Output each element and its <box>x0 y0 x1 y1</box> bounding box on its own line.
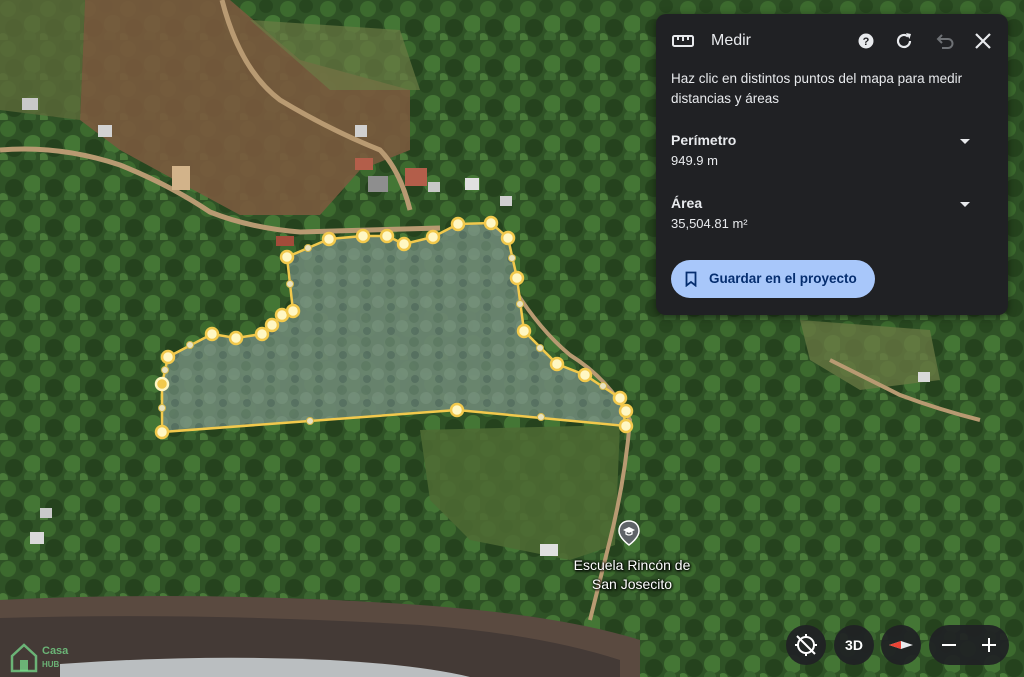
measure-vertex[interactable] <box>425 229 441 245</box>
chevron-down-icon[interactable] <box>959 138 971 146</box>
measure-midpoint[interactable] <box>516 300 524 308</box>
measure-vertex[interactable] <box>285 303 301 319</box>
measure-vertex[interactable] <box>450 216 466 232</box>
measure-vertex[interactable] <box>264 317 280 333</box>
watermark-text: Casa <box>42 645 69 657</box>
measure-vertex[interactable] <box>618 403 634 419</box>
measure-midpoint[interactable] <box>508 254 516 262</box>
ruler-icon <box>672 35 694 47</box>
measure-vertex[interactable] <box>321 231 337 247</box>
location-off-icon <box>795 634 817 656</box>
measure-vertex[interactable] <box>396 236 412 252</box>
plus-icon <box>982 638 996 652</box>
school-pin-icon[interactable] <box>618 520 640 546</box>
area-label: Área <box>671 195 703 211</box>
measure-midpoint[interactable] <box>304 244 312 252</box>
save-to-project-button[interactable]: Guardar en el proyecto <box>671 260 875 298</box>
measure-vertex[interactable] <box>509 270 525 286</box>
measure-panel-header: Medir ? <box>656 14 1008 70</box>
bookmark-icon <box>685 271 697 287</box>
location-button[interactable] <box>786 625 826 665</box>
compass-icon <box>889 641 913 649</box>
reset-icon[interactable] <box>893 30 915 52</box>
chevron-down-icon[interactable] <box>959 201 971 209</box>
place-label[interactable]: Escuela Rincón de San Josecito <box>562 556 702 594</box>
help-icon[interactable]: ? <box>855 30 877 52</box>
measure-vertex[interactable] <box>483 215 499 231</box>
measure-vertex[interactable] <box>379 228 395 244</box>
measure-midpoint[interactable] <box>306 417 314 425</box>
measure-instructions: Haz clic en distintos puntos del mapa pa… <box>671 71 963 106</box>
close-icon[interactable] <box>972 30 994 52</box>
measure-midpoint[interactable] <box>599 382 607 390</box>
undo-icon[interactable] <box>933 30 955 52</box>
perimeter-value: 949.9 m <box>671 153 718 168</box>
measure-vertex[interactable] <box>577 367 593 383</box>
zoom-controls <box>929 625 1009 665</box>
area-value: 35,504.81 m² <box>671 216 748 231</box>
3d-toggle-button[interactable]: 3D <box>834 625 874 665</box>
measure-midpoint[interactable] <box>186 341 194 349</box>
measure-midpoint[interactable] <box>536 344 544 352</box>
measure-vertex[interactable] <box>549 356 565 372</box>
zoom-in-button[interactable] <box>969 625 1009 665</box>
measure-vertex[interactable] <box>355 228 371 244</box>
zoom-out-button[interactable] <box>929 625 969 665</box>
svg-text:?: ? <box>863 36 870 48</box>
measure-midpoint[interactable] <box>286 280 294 288</box>
measure-vertex[interactable] <box>279 249 295 265</box>
panel-title: Medir <box>711 32 752 49</box>
measure-vertex[interactable] <box>449 402 465 418</box>
measure-vertex[interactable] <box>160 349 176 365</box>
measure-vertex-active[interactable] <box>154 376 170 392</box>
measure-vertex[interactable] <box>612 390 628 406</box>
measure-vertex[interactable] <box>500 230 516 246</box>
measure-midpoint[interactable] <box>158 404 166 412</box>
perimeter-section[interactable]: Perímetro 949.9 m <box>671 132 991 168</box>
watermark-subtext: HUB <box>42 660 60 669</box>
measure-vertex[interactable] <box>516 323 532 339</box>
measure-vertex[interactable] <box>228 330 244 346</box>
measure-midpoint[interactable] <box>537 413 545 421</box>
measure-panel: Medir ? Haz clic en distintos puntos del… <box>656 14 1008 315</box>
perimeter-label: Perímetro <box>671 132 737 148</box>
measure-vertex[interactable] <box>154 424 170 440</box>
save-button-label: Guardar en el proyecto <box>709 271 857 286</box>
measure-vertex[interactable] <box>618 418 634 434</box>
measure-midpoint[interactable] <box>161 366 169 374</box>
measure-vertex[interactable] <box>204 326 220 342</box>
compass-button[interactable] <box>881 625 921 665</box>
area-section[interactable]: Área 35,504.81 m² <box>671 195 991 231</box>
measure-vertex[interactable] <box>254 326 270 342</box>
minus-icon <box>942 644 956 646</box>
